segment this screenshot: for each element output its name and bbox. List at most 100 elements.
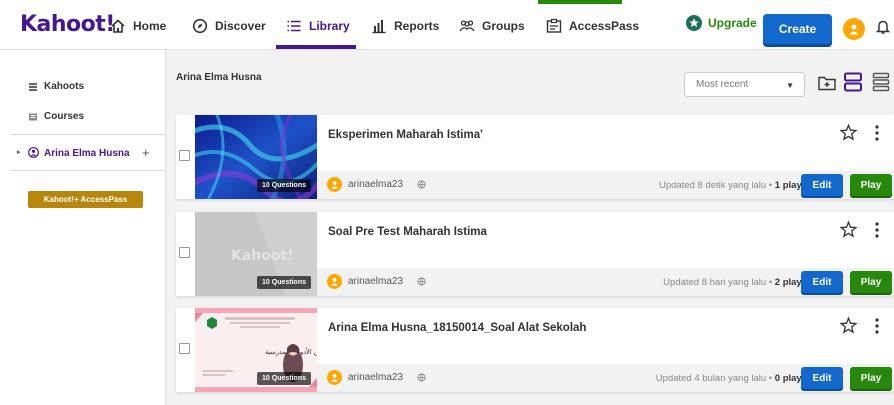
card-footer: arinaelma23 Updated 4 bulan yang lalu • … [317, 364, 894, 392]
course-icon [29, 113, 37, 120]
more-options-icon[interactable] [874, 125, 880, 141]
owner-avatar [327, 274, 342, 289]
more-options-icon[interactable] [874, 318, 880, 334]
create-button[interactable]: Create [763, 14, 832, 44]
top-accent-strip [538, 0, 622, 4]
question-count-badge: 10 Questions [257, 276, 311, 289]
updated-text: Updated 8 detik yang lalu [658, 180, 767, 191]
add-folder-button[interactable]: + [142, 145, 150, 160]
sort-dropdown[interactable]: Most recent ▼ [684, 72, 805, 97]
list-icon [29, 82, 37, 91]
breadcrumb: Arina Elma Husna [176, 72, 262, 83]
kahoot-card[interactable]: مفردات عن الأدوات المدرسية 10 Questions … [176, 308, 894, 392]
card-title[interactable]: Soal Pre Test Maharah Istima [328, 226, 487, 238]
sidebar-divider [10, 170, 166, 171]
user-icon [331, 278, 338, 286]
notification-bell-icon[interactable] [875, 19, 891, 40]
card-meta: Updated 8 hari yang lalu • 2 plays [663, 277, 807, 288]
owner-username[interactable]: arinaelma23 [348, 372, 403, 383]
play-button[interactable]: Play [850, 367, 892, 389]
nav-library[interactable]: Library [286, 15, 350, 37]
updated-text: Updated 8 hari yang lalu [663, 277, 767, 288]
sidebar-user-label: Arina Elma Husna [44, 148, 130, 159]
sidebar-item-label: Courses [44, 111, 85, 122]
card-title[interactable]: Eksperimen Maharah Istima' [328, 129, 483, 141]
more-options-icon[interactable] [874, 222, 880, 238]
kahoot-thumbnail[interactable]: 10 Questions [195, 115, 317, 199]
nav-reports[interactable]: Reports [371, 15, 439, 37]
list-view-icon[interactable] [844, 72, 862, 92]
home-icon [111, 19, 125, 33]
card-footer: arinaelma23 Updated 8 detik yang lalu • … [317, 171, 894, 199]
upgrade-label: Upgrade [708, 16, 757, 30]
accesspass-button[interactable]: Kahoot!+ AccessPass [28, 191, 143, 208]
user-icon [331, 181, 338, 189]
nav-discover-label: Discover [215, 19, 266, 33]
card-title[interactable]: Arina Elma Husna_18150014_Soal Alat Seko… [328, 322, 586, 334]
edit-button[interactable]: Edit [801, 174, 843, 196]
edit-button[interactable]: Edit [801, 367, 843, 389]
pass-icon [546, 18, 562, 33]
chevron-down-icon: ▼ [786, 81, 794, 90]
nav-home[interactable]: Home [110, 15, 166, 37]
nav-groups[interactable]: Groups [459, 15, 525, 37]
nav-accesspass-label: AccessPass [569, 19, 640, 33]
question-count-badge: 10 Questions [257, 179, 311, 192]
play-button[interactable]: Play [850, 174, 892, 196]
nav-library-label: Library [309, 19, 350, 33]
user-avatar[interactable] [843, 18, 865, 40]
star-icon[interactable] [840, 124, 857, 141]
kahoot-thumbnail[interactable]: مفردات عن الأدوات المدرسية 10 Questions [195, 308, 317, 392]
sidebar-item-kahoots[interactable]: Kahoots [28, 81, 84, 92]
select-checkbox[interactable] [179, 343, 190, 354]
sidebar-item-user-folder[interactable]: ▸ Arina Elma Husna + [0, 142, 166, 166]
user-icon [331, 374, 338, 382]
card-footer: arinaelma23 Updated 8 hari yang lalu • 2… [317, 268, 894, 296]
user-icon [849, 24, 859, 35]
owner-avatar [327, 177, 342, 192]
visibility-globe-icon [417, 277, 426, 286]
compact-view-icon[interactable] [872, 72, 890, 92]
star-badge-icon [686, 15, 702, 31]
card-meta: Updated 4 bulan yang lalu • 0 plays [655, 373, 807, 384]
nav-reports-label: Reports [394, 19, 440, 33]
user-circle-icon [28, 147, 39, 158]
sort-selected-value: Most recent [696, 79, 749, 90]
main-content: Arina Elma Husna Most recent ▼ 10 Questi… [166, 50, 894, 405]
list-icon [287, 20, 301, 32]
star-icon[interactable] [840, 317, 857, 334]
sidebar-item-courses[interactable]: Courses [28, 111, 84, 122]
kahoot-card[interactable]: Kahoot! 10 Questions Soal Pre Test Mahar… [176, 212, 894, 296]
owner-username[interactable]: arinaelma23 [348, 179, 403, 190]
updated-text: Updated 4 bulan yang lalu [655, 373, 767, 384]
bar-chart-icon [372, 20, 386, 34]
nav-active-indicator [276, 45, 356, 49]
owner-username[interactable]: arinaelma23 [348, 276, 403, 287]
sidebar-item-label: Kahoots [44, 81, 84, 92]
kahoot-logo[interactable]: Kahoot! [20, 12, 115, 37]
star-icon[interactable] [840, 221, 857, 238]
nav-home-label: Home [133, 19, 167, 33]
new-folder-icon[interactable] [818, 75, 836, 91]
edit-button[interactable]: Edit [801, 271, 843, 293]
owner-avatar [327, 370, 342, 385]
card-meta: Updated 8 detik yang lalu • 1 plays [658, 180, 807, 191]
kahoot-thumbnail[interactable]: Kahoot! 10 Questions [195, 212, 317, 296]
caret-right-icon[interactable]: ▸ [17, 148, 21, 156]
select-checkbox[interactable] [179, 247, 190, 258]
sidebar-divider [10, 134, 166, 135]
visibility-globe-icon [417, 180, 426, 189]
sidebar: Kahoots Courses ▸ Arina Elma Husna + Kah… [0, 50, 166, 405]
visibility-globe-icon [417, 373, 426, 382]
play-button[interactable]: Play [850, 271, 892, 293]
kahoot-card[interactable]: 10 Questions Eksperimen Maharah Istima' … [176, 115, 894, 199]
upgrade-link[interactable]: Upgrade [686, 15, 757, 31]
kahoot-watermark: Kahoot! [231, 248, 294, 264]
nav-discover[interactable]: Discover [192, 15, 266, 37]
select-checkbox[interactable] [179, 150, 190, 161]
nav-groups-label: Groups [482, 19, 525, 33]
question-count-badge: 10 Questions [257, 372, 311, 385]
nav-accesspass[interactable]: AccessPass [546, 15, 639, 37]
people-icon [459, 20, 475, 32]
compass-icon [192, 18, 208, 34]
